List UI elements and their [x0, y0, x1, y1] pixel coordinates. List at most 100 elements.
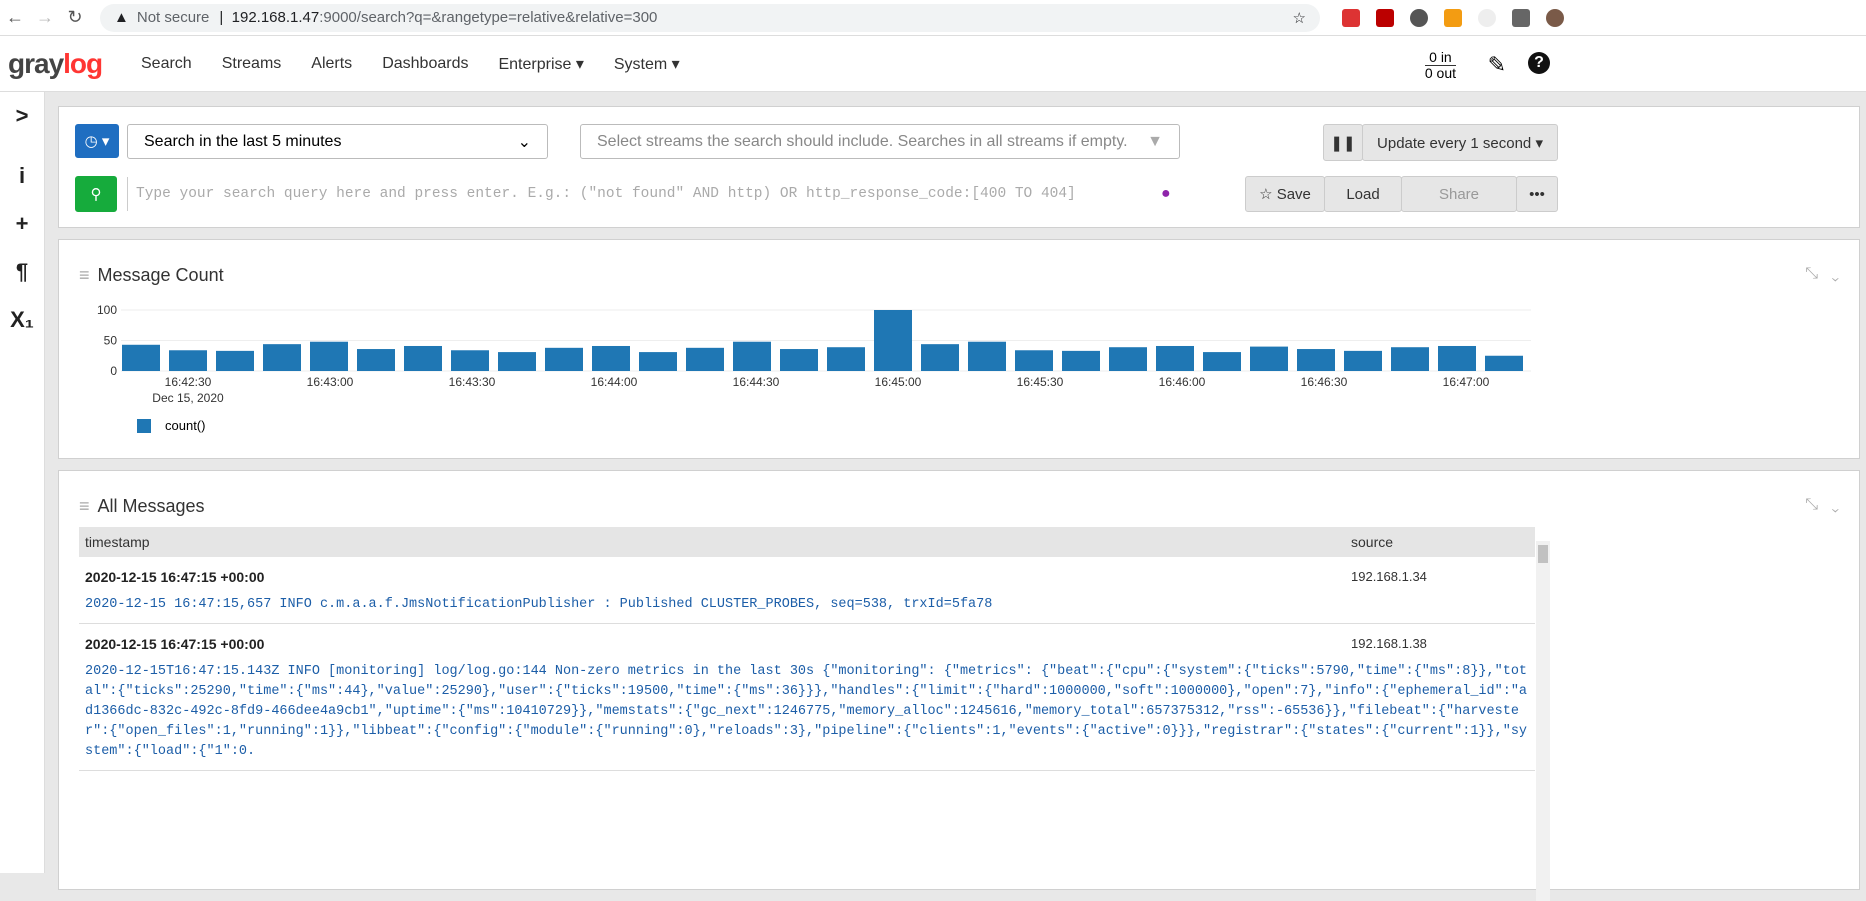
nav-alerts[interactable]: Alerts: [311, 55, 352, 73]
bar[interactable]: [498, 352, 536, 371]
extension-icon[interactable]: [1444, 8, 1462, 27]
throughput[interactable]: 0 in 0 out: [1424, 50, 1456, 81]
message-count-widget: ≡ Message Count ⤡ ⌄ 0 50 100 16:42:30 16:43:0…: [58, 239, 1860, 459]
column-timestamp[interactable]: timestamp: [85, 527, 150, 557]
nav-system[interactable]: System ▾: [614, 54, 680, 74]
bar[interactable]: [545, 347, 583, 371]
reload-icon[interactable]: ↻: [60, 7, 90, 28]
streams-select[interactable]: Select streams the search should include…: [580, 124, 1180, 159]
search-bar-panel: ◷ ▾ Search in the last 5 minutes ⌄ Select…: [58, 106, 1860, 228]
table-header: timestamp source: [79, 527, 1535, 557]
bar[interactable]: [216, 350, 254, 371]
nav-dashboards[interactable]: Dashboards: [382, 55, 468, 73]
bar[interactable]: [1438, 345, 1476, 371]
nav-enterprise[interactable]: Enterprise ▾: [498, 54, 583, 74]
bar[interactable]: [592, 345, 630, 371]
bar[interactable]: [780, 349, 818, 371]
bar[interactable]: [404, 345, 442, 371]
chevron-down-icon[interactable]: ⌄: [1831, 496, 1839, 513]
refresh-interval-button[interactable]: Update every 1 second ▾: [1362, 124, 1558, 161]
plus-icon[interactable]: +: [0, 200, 44, 248]
time-range-value: Search in the last 5 minutes: [144, 132, 342, 150]
x-tick-label: 16:43:00: [307, 375, 354, 389]
bar[interactable]: [968, 341, 1006, 371]
clock-icon: ◷ ▾: [84, 133, 110, 150]
time-range-select[interactable]: Search in the last 5 minutes ⌄: [127, 124, 548, 159]
bar[interactable]: [1156, 345, 1194, 371]
search-button[interactable]: ⚲: [75, 176, 117, 212]
column-source[interactable]: source: [1351, 527, 1393, 557]
graylog-logo[interactable]: graylog: [8, 48, 126, 80]
message-text: 2020-12-15T16:47:15.143Z INFO [monitorin…: [85, 664, 1528, 759]
bar[interactable]: [451, 350, 489, 371]
table-row[interactable]: 2020-12-15 16:47:15 +00:00 192.168.1.34 20…: [79, 557, 1535, 624]
nav-search[interactable]: Search: [141, 55, 192, 73]
table-row[interactable]: 2020-12-15 16:47:15 +00:00 192.168.1.38 20…: [79, 624, 1535, 771]
bar[interactable]: [357, 349, 395, 371]
edit-icon[interactable]: ✎: [1488, 52, 1506, 78]
x-tick-label: 16:42:30: [165, 375, 212, 389]
bar[interactable]: [639, 352, 677, 371]
load-button[interactable]: Load: [1324, 176, 1402, 212]
x-tick-label: 16:44:00: [591, 375, 638, 389]
caret-down-icon: ▼: [1147, 132, 1163, 150]
search-icon: ⚲: [90, 186, 102, 203]
bar[interactable]: [1297, 349, 1335, 371]
bar[interactable]: [1109, 347, 1147, 371]
widget-title: All Messages: [97, 496, 205, 516]
paragraph-icon[interactable]: ¶: [0, 248, 44, 296]
extensions: [1342, 8, 1564, 27]
bar[interactable]: [310, 341, 348, 371]
lightbulb-icon[interactable]: ●: [1161, 185, 1171, 203]
bar[interactable]: [1391, 347, 1429, 371]
expand-icon[interactable]: >: [0, 92, 44, 140]
extension-icon[interactable]: [1342, 8, 1360, 27]
x-tick-label: 16:46:00: [1159, 375, 1206, 389]
extension-icon[interactable]: [1410, 8, 1428, 27]
chevron-down-icon[interactable]: ⌄: [1831, 265, 1839, 282]
bar[interactable]: [122, 344, 160, 371]
bar[interactable]: [1344, 350, 1382, 371]
scrollbar[interactable]: [1536, 541, 1550, 901]
bar[interactable]: [686, 347, 724, 371]
x-tick-label: 16:44:30: [733, 375, 780, 389]
time-range-type-button[interactable]: ◷ ▾: [75, 124, 119, 158]
bar[interactable]: [874, 310, 912, 371]
bar[interactable]: [1485, 355, 1523, 371]
graylog-navbar: graylog Search Streams Alerts Dashboards…: [0, 36, 1866, 92]
compress-icon[interactable]: ⤡: [1805, 265, 1818, 282]
drag-handle-icon[interactable]: ≡: [79, 496, 90, 516]
back-icon[interactable]: ←: [0, 7, 30, 28]
bar[interactable]: [1015, 350, 1053, 371]
address-bar[interactable]: ▲ Not secure | 192.168.1.47:9000/search?q…: [100, 3, 1320, 32]
bar[interactable]: [827, 347, 865, 371]
drag-handle-icon[interactable]: ≡: [79, 265, 90, 285]
bar[interactable]: [1062, 350, 1100, 371]
bar[interactable]: [733, 341, 771, 371]
bar[interactable]: [169, 350, 207, 371]
pause-icon: ❚❚: [1330, 134, 1356, 152]
message-source: 192.168.1.34: [1351, 569, 1427, 584]
bar[interactable]: [1250, 346, 1288, 371]
chart-legend: count(): [137, 418, 205, 433]
info-icon[interactable]: i: [0, 152, 44, 200]
save-button[interactable]: ☆ Save: [1245, 176, 1325, 212]
puzzle-icon[interactable]: [1512, 8, 1530, 27]
warning-icon: ▲: [114, 9, 129, 26]
compress-icon[interactable]: ⤡: [1805, 496, 1818, 513]
nav-streams[interactable]: Streams: [222, 55, 282, 73]
more-actions-button[interactable]: •••: [1516, 176, 1558, 212]
bar[interactable]: [263, 344, 301, 371]
pause-button[interactable]: ❚❚: [1323, 124, 1363, 161]
pdf-icon[interactable]: [1376, 8, 1394, 27]
extension-icon[interactable]: [1478, 8, 1496, 27]
query-input[interactable]: Type your search query here and press en…: [127, 177, 1177, 211]
bar[interactable]: [921, 344, 959, 371]
star-icon[interactable]: ☆: [1293, 9, 1306, 27]
bar[interactable]: [1203, 352, 1241, 371]
subscript-icon[interactable]: X₁: [0, 296, 44, 344]
avatar[interactable]: [1546, 8, 1564, 27]
forward-icon[interactable]: →: [30, 7, 60, 28]
help-icon[interactable]: ?: [1528, 52, 1550, 74]
share-button[interactable]: Share: [1401, 176, 1517, 212]
